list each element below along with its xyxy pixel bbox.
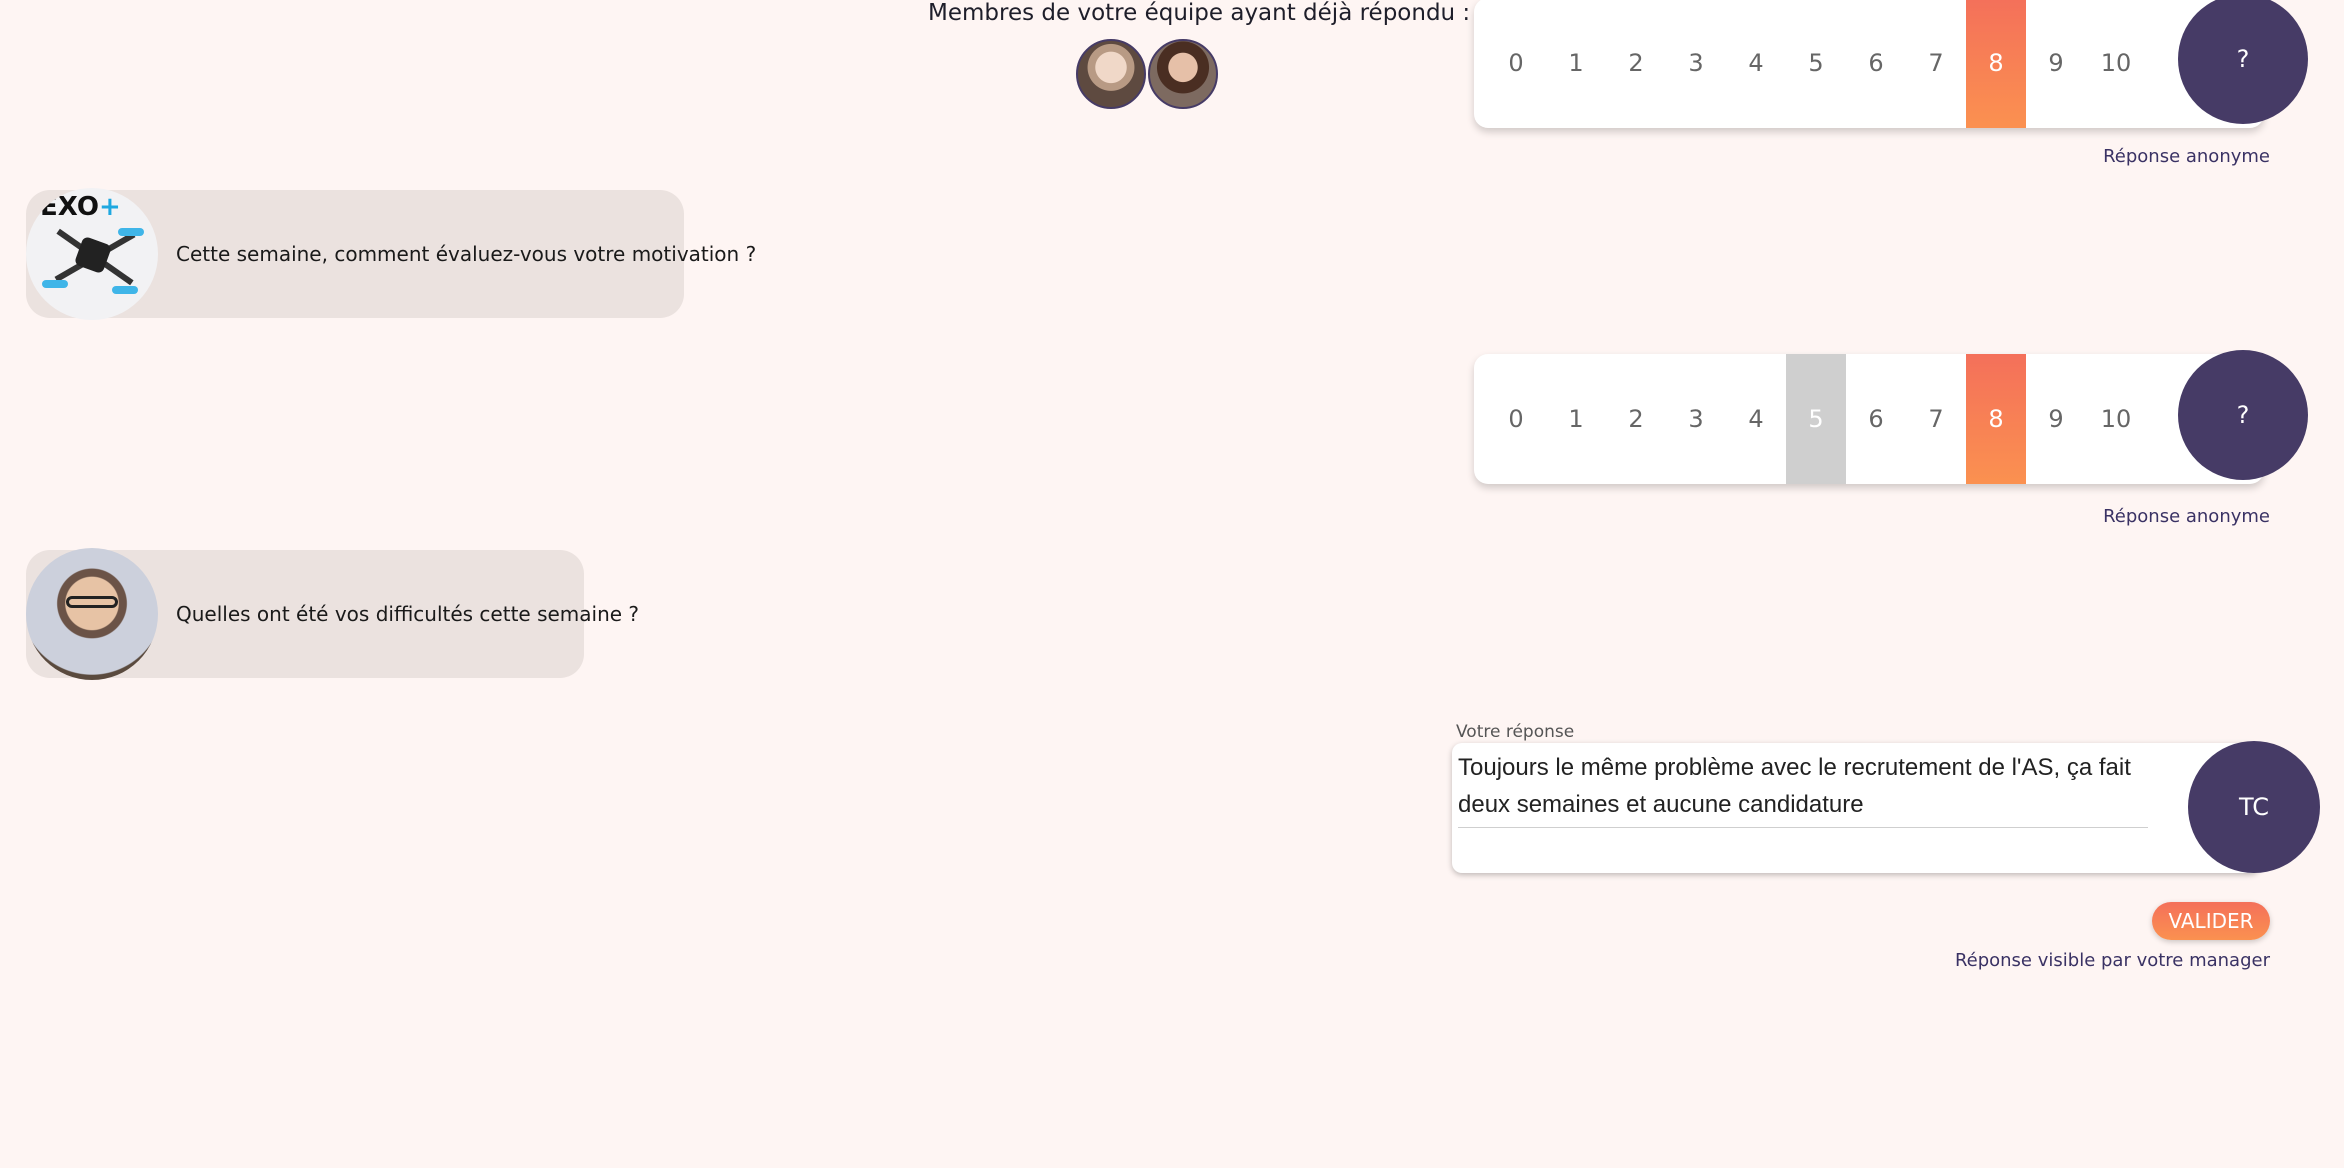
submit-button[interactable]: VALIDER <box>2152 902 2270 940</box>
scale-option-3[interactable]: 3 <box>1666 0 1726 128</box>
anonymous-note: Réponse anonyme <box>2103 506 2270 527</box>
glasses-icon <box>66 596 118 608</box>
scale-option-1[interactable]: 1 <box>1546 354 1606 484</box>
rating-scale-motivation: 10 9 8 7 6 5 4 3 2 1 0 ? <box>1474 350 2308 484</box>
scale-option-4[interactable]: 4 <box>1726 0 1786 128</box>
question-bubble-motivation: EXO+ Cette semaine, comment évaluez-vous… <box>26 188 756 320</box>
scale-option-7[interactable]: 7 <box>1906 354 1966 484</box>
question-text: Quelles ont été vos difficultés cette se… <box>176 602 640 626</box>
scale-option-9[interactable]: 9 <box>2026 354 2086 484</box>
scale-option-10[interactable]: 10 <box>2086 354 2146 484</box>
answer-textarea[interactable]: Toujours le même problème avec le recrut… <box>1452 743 2260 873</box>
scale-option-8[interactable]: 8 <box>1966 354 2026 484</box>
scale-option-2[interactable]: 2 <box>1606 0 1666 128</box>
scale-option-5[interactable]: 5 <box>1786 354 1846 484</box>
scale-option-4[interactable]: 4 <box>1726 354 1786 484</box>
help-button[interactable]: ? <box>2178 350 2308 480</box>
help-button[interactable]: ? <box>2178 0 2308 124</box>
question-text: Cette semaine, comment évaluez-vous votr… <box>176 242 757 266</box>
anonymous-note: Réponse anonyme <box>2103 146 2270 167</box>
avatar[interactable] <box>1076 39 1146 109</box>
team-responded-title: Membres de votre équipe ayant déjà répon… <box>928 0 1471 26</box>
manager-visible-note: Réponse visible par votre manager <box>1954 950 2270 971</box>
manager-avatar <box>26 548 158 680</box>
scale-option-5[interactable]: 5 <box>1786 0 1846 128</box>
user-initials-avatar: TC <box>2188 741 2320 873</box>
scale-option-0[interactable]: 0 <box>1486 354 1546 484</box>
brand-logo: EXO+ <box>40 192 121 222</box>
question-bubble-difficulties: Quelles ont été vos difficultés cette se… <box>26 548 639 680</box>
scale-option-2[interactable]: 2 <box>1606 354 1666 484</box>
answer-text[interactable]: Toujours le même problème avec le recrut… <box>1458 749 2148 828</box>
answer-label: Votre réponse <box>1456 722 1575 742</box>
scale-option-9[interactable]: 9 <box>2026 0 2086 128</box>
scale-option-6[interactable]: 6 <box>1846 354 1906 484</box>
rating-scale-previous: 10 9 8 7 6 5 4 3 2 1 0 ? <box>1474 0 2308 128</box>
scale-option-0[interactable]: 0 <box>1486 0 1546 128</box>
scale-option-6[interactable]: 6 <box>1846 0 1906 128</box>
avatar[interactable] <box>1148 39 1218 109</box>
scale-option-7[interactable]: 7 <box>1906 0 1966 128</box>
scale-option-1[interactable]: 1 <box>1546 0 1606 128</box>
scale-option-8[interactable]: 8 <box>1966 0 2026 128</box>
scale-option-10[interactable]: 10 <box>2086 0 2146 128</box>
scale-option-3[interactable]: 3 <box>1666 354 1726 484</box>
drone-avatar: EXO+ <box>26 188 158 320</box>
